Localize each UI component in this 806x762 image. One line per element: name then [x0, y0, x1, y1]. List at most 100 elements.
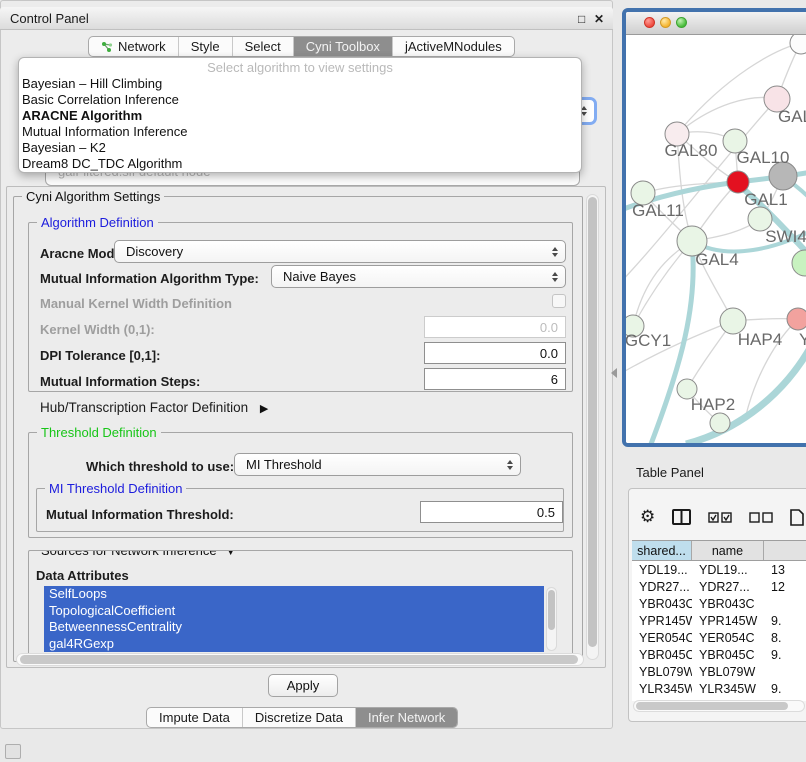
aracne-mode-combobox[interactable]: Discovery [114, 240, 566, 263]
control-panel-titlebar [0, 7, 613, 30]
splitter-collapse-arrow-icon[interactable] [611, 368, 617, 378]
cell-col3: 9. [764, 682, 806, 696]
settings-horizontal-scrollbar[interactable] [16, 653, 584, 666]
tab-jactivemnodules[interactable]: jActiveMNodules [392, 37, 514, 56]
network-node[interactable] [790, 35, 806, 54]
settings-vertical-scrollbar[interactable] [586, 194, 599, 660]
table-row[interactable]: YPR145W YPR145W 9. [632, 612, 806, 629]
settings-horizontal-scrollbar-thumb[interactable] [20, 655, 578, 664]
kernel-width-field[interactable]: 0.0 [424, 316, 566, 338]
table-row[interactable]: YBR043C YBR043C [632, 595, 806, 612]
network-node-salmon[interactable] [787, 308, 806, 330]
threshold-definition-title: Threshold Definition [37, 425, 161, 440]
manual-kernel-width-label: Manual Kernel Width Definition [40, 296, 232, 311]
manual-kernel-width-checkbox[interactable] [552, 294, 566, 308]
attribute-item-selected[interactable]: BetweennessCentrality [44, 619, 544, 636]
dropdown-item-selected[interactable]: ARACNE Algorithm [19, 108, 581, 124]
column-header-name[interactable]: name [692, 541, 764, 560]
mi-steps-field[interactable]: 6 [424, 368, 566, 390]
algorithm-definition-title: Algorithm Definition [37, 215, 158, 230]
mi-threshold-field[interactable]: 0.5 [420, 501, 563, 523]
table-row[interactable]: YLR345W YLR345W 9. [632, 680, 806, 697]
cell-shared: YPR145W [632, 614, 692, 628]
table-row[interactable]: YDR27... YDR27... 12 [632, 578, 806, 595]
attributes-vertical-scrollbar-thumb[interactable] [548, 590, 555, 630]
table-body: YDL19... YDL19... 13 YDR27... YDR27... 1… [632, 561, 806, 701]
mi-algorithm-type-combobox[interactable]: Naive Bayes [271, 265, 566, 288]
dropdown-placeholder: Select algorithm to view settings [19, 58, 581, 76]
table-row[interactable]: YBR045C YBR045C 9. [632, 646, 806, 663]
mi-steps-label: Mutual Information Steps: [40, 374, 200, 389]
sources-title-wrap[interactable]: Sources for Network Inference ▼ [37, 550, 240, 558]
tab-impute-data[interactable]: Impute Data [147, 708, 242, 727]
data-attributes-label: Data Attributes [36, 568, 129, 583]
hub-definition-label: Hub/Transcription Factor Definition [40, 400, 248, 415]
cell-shared: YDL19... [632, 563, 692, 577]
attributes-vertical-scrollbar[interactable] [546, 587, 557, 651]
node-label: GAL80 [665, 141, 718, 160]
cell-shared: YBR045C [632, 648, 692, 662]
minimize-traffic-light-icon[interactable] [660, 17, 671, 28]
table-row[interactable]: YDL19... YDL19... 13 [632, 561, 806, 578]
cell-col3: 9. [764, 614, 806, 628]
dropdown-item[interactable]: Bayesian – K2 [19, 140, 581, 156]
table-horizontal-scrollbar-thumb[interactable] [636, 702, 788, 710]
collapse-down-triangle-icon: ▼ [225, 550, 236, 558]
tab-network[interactable]: Network [89, 37, 178, 56]
close-traffic-light-icon[interactable] [644, 17, 655, 28]
tab-style-label: Style [191, 39, 220, 54]
cell-name: YBL079W [692, 665, 764, 679]
tab-impute-data-label: Impute Data [159, 710, 230, 725]
attribute-item-selected[interactable]: SelfLoops [44, 586, 544, 603]
dpi-tolerance-label: DPI Tolerance [0,1]: [40, 348, 160, 363]
minimized-panel-icon[interactable] [5, 744, 21, 759]
node-label: GAL1 [744, 190, 787, 209]
node-label: GAL11 [632, 201, 684, 220]
table-horizontal-scrollbar[interactable] [633, 700, 805, 712]
column-header-shared[interactable]: shared... [632, 541, 692, 560]
document-icon[interactable] [790, 509, 804, 526]
deselect-all-checkboxes-icon[interactable] [749, 512, 773, 523]
cell-col3: 13 [764, 563, 806, 577]
cell-col3: 9. [764, 648, 806, 662]
dpi-tolerance-field[interactable]: 0.0 [424, 342, 566, 364]
column-header-partial[interactable] [764, 541, 806, 560]
tab-style[interactable]: Style [178, 37, 232, 56]
network-node-green[interactable] [792, 250, 806, 276]
close-window-icon[interactable]: ✕ [594, 12, 604, 26]
table-row[interactable]: YBL079W YBL079W [632, 663, 806, 680]
cell-shared: YER054C [632, 631, 692, 645]
network-node[interactable] [710, 413, 730, 433]
split-columns-icon[interactable] [672, 509, 691, 525]
tab-discretize-data[interactable]: Discretize Data [242, 708, 355, 727]
which-threshold-combobox[interactable]: MI Threshold [234, 453, 521, 476]
node-label: HAP2 [691, 395, 735, 414]
attribute-item-selected[interactable]: gal4RGexp [44, 636, 544, 653]
table-row[interactable]: YER054C YER054C 8. [632, 629, 806, 646]
float-window-icon[interactable]: □ [578, 12, 585, 26]
node-label: GAL10 [737, 148, 790, 167]
dropdown-item[interactable]: Dream8 DC_TDC Algorithm [19, 156, 581, 172]
apply-button[interactable]: Apply [268, 674, 338, 697]
tab-cyni-toolbox[interactable]: Cyni Toolbox [293, 37, 392, 56]
zoom-traffic-light-icon[interactable] [676, 17, 687, 28]
settings-vertical-scrollbar-thumb[interactable] [588, 197, 597, 647]
combo-arrows-icon [552, 272, 558, 282]
gear-icon[interactable]: ⚙ [640, 509, 655, 526]
network-window-titlebar [626, 12, 806, 35]
dropdown-item[interactable]: Bayesian – Hill Climbing [19, 76, 581, 92]
network-canvas[interactable]: GAL GAL80 GAL10 GAL1 GAL11 SWI4 GAL4 GCY… [626, 35, 806, 444]
tab-network-label: Network [118, 39, 166, 54]
cell-name: YBR043C [692, 597, 764, 611]
sources-title: Sources for Network Inference [41, 550, 217, 558]
hub-definition-toggle[interactable]: Hub/Transcription Factor Definition ▶ [40, 400, 268, 415]
attribute-item-selected[interactable]: TopologicalCoefficient [44, 603, 544, 620]
dropdown-item[interactable]: Basic Correlation Inference [19, 92, 581, 108]
select-all-checkboxes-icon[interactable] [708, 512, 732, 523]
network-view-window[interactable]: GAL GAL80 GAL10 GAL1 GAL11 SWI4 GAL4 GCY… [622, 8, 806, 447]
expand-right-triangle-icon: ▶ [260, 402, 268, 415]
node-label: GAL4 [695, 250, 738, 269]
tab-infer-network[interactable]: Infer Network [355, 708, 457, 727]
tab-select[interactable]: Select [232, 37, 293, 56]
dropdown-item[interactable]: Mutual Information Inference [19, 124, 581, 140]
